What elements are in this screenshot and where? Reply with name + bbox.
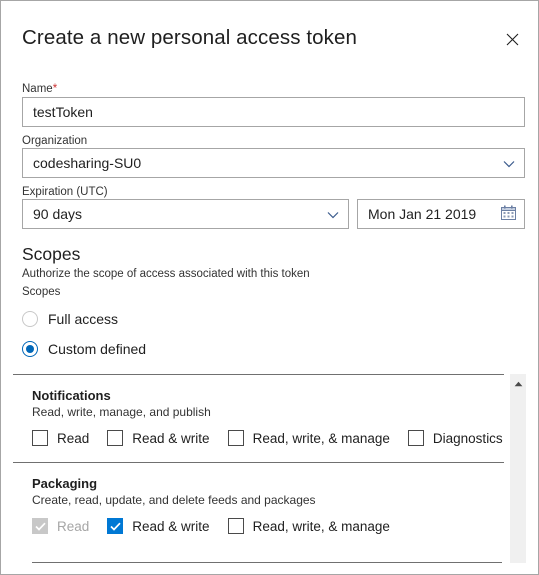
- radio-full-access[interactable]: Full access: [22, 311, 118, 327]
- checkbox-box: [107, 430, 124, 446]
- checkbox-label: Diagnostics: [432, 430, 503, 446]
- checkbox-box: [32, 430, 48, 446]
- scope-list-scrollbar[interactable]: [509, 374, 526, 563]
- scope-group-title: Notifications: [32, 388, 111, 403]
- checkbox-label: Read, write, & manage: [252, 518, 390, 534]
- scope-checkbox-row: Read Read & write Read, write, & manage …: [32, 430, 504, 446]
- checkbox-label: Read: [57, 518, 90, 534]
- checkbox-box: [227, 430, 244, 446]
- dialog-header: Create a new personal access token: [1, 1, 538, 63]
- radio-custom-defined[interactable]: Custom defined: [22, 341, 146, 357]
- close-icon: [506, 33, 519, 46]
- checkbox-box: [107, 518, 124, 534]
- calendar-icon[interactable]: [501, 205, 516, 223]
- checkbox-label: Read & write: [132, 430, 210, 446]
- checkbox-packaging-read: Read: [32, 518, 89, 534]
- bottom-divider: [32, 562, 502, 563]
- create-pat-dialog: Create a new personal access token Name*…: [0, 0, 539, 575]
- checkbox-notifications-diagnostics[interactable]: Diagnostics: [407, 430, 503, 446]
- radio-indicator: [22, 311, 38, 327]
- organization-label: Organization: [22, 135, 88, 147]
- checkbox-notifications-read-write[interactable]: Read & write: [107, 430, 210, 446]
- scopes-heading: Scopes: [22, 244, 81, 264]
- expiration-duration-select[interactable]: 90 days: [22, 199, 349, 229]
- scroll-up-button[interactable]: [510, 374, 526, 391]
- organization-select[interactable]: codesharing-SU0: [22, 148, 525, 178]
- name-input[interactable]: [22, 97, 525, 127]
- radio-custom-defined-label: Custom defined: [48, 341, 147, 357]
- scrollbar-thumb[interactable]: [511, 392, 526, 462]
- name-label: Name*: [22, 83, 58, 95]
- chevron-down-icon: [327, 206, 339, 222]
- checkbox-notifications-read[interactable]: Read: [32, 430, 89, 446]
- scope-group-description: Read, write, manage, and publish: [32, 405, 211, 419]
- scopes-subtitle: Authorize the scope of access associated…: [22, 268, 310, 280]
- required-asterisk: *: [52, 83, 58, 95]
- scope-group-notifications: Notifications Read, write, manage, and p…: [13, 374, 504, 462]
- checkbox-box: [407, 430, 424, 446]
- scope-group-title: Packaging: [32, 476, 98, 491]
- checkbox-label: Read: [57, 430, 90, 446]
- expiration-date-value: Mon Jan 21 2019: [368, 206, 477, 222]
- expiration-label: Expiration (UTC): [22, 186, 108, 198]
- scope-list-panel: Notifications Read, write, manage, and p…: [13, 374, 526, 563]
- checkbox-box: [32, 518, 48, 534]
- scopes-field-label: Scopes: [22, 286, 61, 298]
- expiration-duration-value: 90 days: [33, 206, 83, 222]
- expiration-date-field[interactable]: Mon Jan 21 2019: [357, 199, 525, 229]
- scope-list: Notifications Read, write, manage, and p…: [13, 374, 504, 550]
- scope-group-packaging: Packaging Create, read, update, and dele…: [13, 462, 504, 550]
- close-button[interactable]: [498, 25, 526, 53]
- checkbox-notifications-read-write-manage[interactable]: Read, write, & manage: [227, 430, 390, 446]
- radio-indicator: [22, 341, 38, 357]
- checkbox-label: Read & write: [132, 518, 210, 534]
- checkbox-box: [227, 518, 244, 534]
- radio-full-access-label: Full access: [48, 311, 119, 327]
- checkbox-label: Read, write, & manage: [252, 430, 390, 446]
- organization-value: codesharing-SU0: [33, 155, 142, 171]
- scope-group-description: Create, read, update, and delete feeds a…: [32, 493, 316, 507]
- checkbox-packaging-read-write[interactable]: Read & write: [107, 518, 210, 534]
- checkbox-packaging-read-write-manage[interactable]: Read, write, & manage: [227, 518, 390, 534]
- page-title: Create a new personal access token: [22, 26, 358, 49]
- scroll-up-arrow-icon: [514, 374, 523, 392]
- scope-checkbox-row: Read Read & write Read, write, & manage: [32, 518, 504, 534]
- chevron-down-icon: [503, 155, 515, 171]
